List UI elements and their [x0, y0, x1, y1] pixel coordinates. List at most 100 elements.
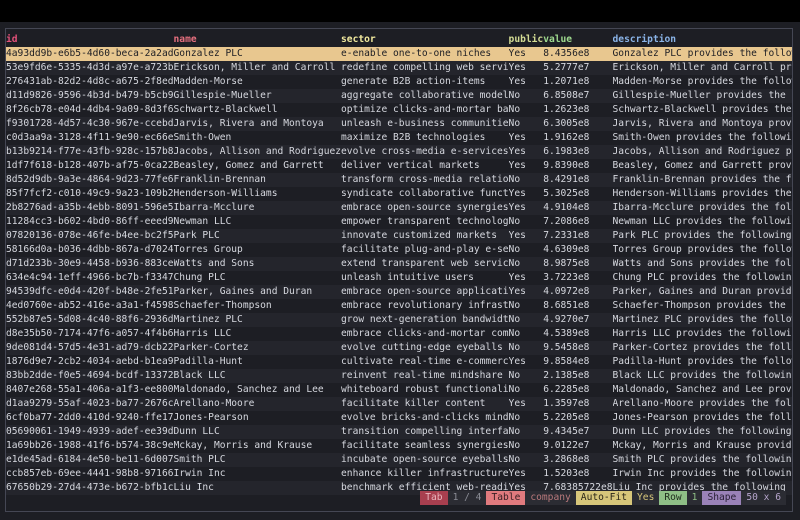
- cell-description[interactable]: Madden-Morse provides the following se: [613, 75, 792, 89]
- cell-sector[interactable]: optimize clicks-and-mortar ba: [341, 103, 509, 117]
- cell-value[interactable]: 6.3005e8: [543, 117, 613, 131]
- cell-name[interactable]: Dunn LLC: [173, 425, 342, 439]
- cell-id[interactable]: 276431ab-82d2-4d8c-a675-2f8ed: [6, 75, 174, 89]
- cell-public[interactable]: Yes: [509, 75, 544, 89]
- cell-value[interactable]: 9.4345e7: [543, 425, 613, 439]
- cell-id[interactable]: 53e9fd6e-5335-4d3d-a97e-a723b: [6, 61, 174, 75]
- cell-name[interactable]: Smith PLC: [173, 453, 342, 467]
- cell-value[interactable]: 1.2623e8: [543, 103, 612, 117]
- cell-description[interactable]: Smith-Owen provides the following serv: [613, 131, 792, 145]
- cell-description[interactable]: Martinez PLC provides the following se: [612, 313, 792, 327]
- table-row[interactable]: 1df7f618-b128-407b-af75-0ca22 Beasley, Go…: [6, 159, 792, 173]
- table-row[interactable]: 8d52d9db-9a3e-4864-9d23-77fe6 Franklin-Br…: [6, 173, 792, 187]
- cell-name[interactable]: Harris LLC: [174, 327, 342, 341]
- cell-public[interactable]: No: [509, 383, 544, 397]
- cell-id[interactable]: 1df7f618-b128-407b-af75-0ca22: [6, 159, 174, 173]
- cell-sector[interactable]: enhance killer infrastructure: [341, 467, 509, 481]
- cell-public[interactable]: No: [508, 257, 544, 271]
- cell-sector[interactable]: embrace open-source synergies: [341, 201, 509, 215]
- cell-public[interactable]: No: [508, 173, 544, 187]
- cell-sector[interactable]: facilitate seamless synergies: [341, 439, 509, 453]
- table-row[interactable]: d8e35b50-7174-47f6-a057-4f4b6 Harris LLC e…: [6, 327, 792, 341]
- cell-value[interactable]: 1.9162e8: [543, 131, 612, 145]
- cell-description[interactable]: Torres Group provides the following se: [613, 243, 792, 257]
- cell-description[interactable]: Black LLC provides the following servi: [612, 369, 792, 383]
- column-header-name[interactable]: name: [174, 33, 342, 47]
- table-row[interactable]: c0d3aa9a-3128-4f11-9e90-ec66e Smith-Owen m…: [6, 131, 792, 145]
- cell-sector[interactable]: whiteboard robust functionali: [341, 383, 509, 397]
- cell-description[interactable]: Erickson, Miller and Carroll provides: [612, 61, 792, 75]
- cell-id[interactable]: e1de45ad-6184-4e50-be11-6d007: [6, 453, 174, 467]
- column-header-value[interactable]: value: [543, 33, 612, 47]
- cell-name[interactable]: Chung PLC: [174, 271, 342, 285]
- cell-id[interactable]: d1aa9279-55af-4023-ba77-2676c: [6, 397, 174, 411]
- cell-value[interactable]: 3.7223e8: [543, 271, 612, 285]
- table-row[interactable]: 8407e268-55a1-406a-a1f3-ee800 Maldonado, …: [6, 383, 792, 397]
- cell-value[interactable]: 6.8508e7: [543, 89, 613, 103]
- cell-value[interactable]: 8.6851e8: [543, 299, 612, 313]
- cell-value[interactable]: 5.2777e7: [543, 61, 613, 75]
- cell-id[interactable]: 6cf0ba77-2dd0-410d-9240-ffe17: [6, 411, 174, 425]
- cell-description[interactable]: Maldonado, Sanchez and Lee provides th: [613, 383, 792, 397]
- cell-name[interactable]: Newman LLC: [174, 215, 342, 229]
- cell-public[interactable]: Yes: [509, 271, 544, 285]
- cell-name[interactable]: Martinez PLC: [173, 313, 342, 327]
- cell-public[interactable]: No: [508, 453, 544, 467]
- cell-public[interactable]: Yes: [509, 467, 544, 481]
- cell-public[interactable]: No: [508, 313, 544, 327]
- cell-public[interactable]: Yes: [509, 131, 544, 145]
- cell-id[interactable]: 9de081d4-57d5-4e31-ad79-dcb22: [6, 341, 174, 355]
- cell-description[interactable]: Parker, Gaines and Duran provides the: [612, 285, 792, 299]
- cell-sector[interactable]: deliver vertical markets: [341, 159, 509, 173]
- cell-description[interactable]: Park PLC provides the following servic: [612, 229, 792, 243]
- cell-sector[interactable]: transition compelling interfa: [341, 425, 509, 439]
- cell-description[interactable]: Gonzalez PLC provides the following se: [612, 47, 792, 61]
- cell-name[interactable]: Franklin-Brennan: [173, 173, 342, 187]
- cell-value[interactable]: 1.2071e8: [543, 75, 612, 89]
- cell-id[interactable]: 1a69bb26-1988-41f6-b574-38c9e: [6, 439, 174, 453]
- cell-sector[interactable]: unleash e-business communitie: [341, 117, 509, 131]
- cell-id[interactable]: 2b8276ad-a35b-4ebb-8091-596e5: [6, 201, 174, 215]
- cell-sector[interactable]: grow next-generation bandwidt: [341, 313, 509, 327]
- table-row[interactable]: f9301728-4d57-4c30-967e-ccebd Jarvis, Riv…: [6, 117, 792, 131]
- cell-sector[interactable]: maximize B2B technologies: [341, 131, 509, 145]
- cell-name[interactable]: Ibarra-Mcclure: [173, 201, 342, 215]
- cell-sector[interactable]: innovate customized markets: [341, 229, 509, 243]
- cell-sector[interactable]: e-enable one-to-one niches: [341, 47, 509, 61]
- cell-public[interactable]: Yes: [508, 145, 544, 159]
- cell-public[interactable]: No: [508, 89, 544, 103]
- cell-public[interactable]: Yes: [508, 61, 544, 75]
- table-row[interactable]: b13b9214-f77e-43fb-928c-157b8 Jacobs, All…: [6, 145, 792, 159]
- cell-name[interactable]: Parker-Cortez: [173, 341, 342, 355]
- cell-public[interactable]: No: [509, 299, 544, 313]
- cell-description[interactable]: Mckay, Morris and Krause provides the: [613, 439, 792, 453]
- cell-public[interactable]: No: [508, 117, 544, 131]
- cell-value[interactable]: 4.6309e8: [543, 243, 612, 257]
- cell-name[interactable]: Black LLC: [173, 369, 342, 383]
- table-row[interactable]: 05690061-1949-4939-adef-ee39d Dunn LLC tra…: [6, 425, 792, 439]
- cell-sector[interactable]: empower transparent technolog: [341, 215, 509, 229]
- cell-public[interactable]: Yes: [508, 201, 544, 215]
- table-row[interactable]: 83bb2dde-f0e5-4694-bcdf-13372 Black LLC re…: [6, 369, 792, 383]
- cell-public[interactable]: No: [509, 411, 544, 425]
- cell-name[interactable]: Gillespie-Mueller: [173, 89, 342, 103]
- cell-description[interactable]: Parker-Cortez provides the following s: [612, 341, 792, 355]
- cell-description[interactable]: Schaefer-Thompson provides the followi: [613, 299, 792, 313]
- cell-name[interactable]: Maldonado, Sanchez and Lee: [174, 383, 342, 397]
- cell-id[interactable]: 05690061-1949-4939-adef-ee39d: [6, 425, 174, 439]
- cell-name[interactable]: Jacobs, Allison and Rodriguez: [173, 145, 342, 159]
- column-header-description[interactable]: description: [613, 33, 792, 47]
- cell-public[interactable]: Yes: [508, 47, 544, 61]
- cell-value[interactable]: 3.2868e8: [543, 453, 613, 467]
- table-row[interactable]: d11d9826-9596-4b3d-b479-b5cb9 Gillespie-M…: [6, 89, 792, 103]
- cell-value[interactable]: 1.3597e8: [543, 397, 613, 411]
- cell-public[interactable]: Yes: [508, 229, 544, 243]
- cell-id[interactable]: 8407e268-55a1-406a-a1f3-ee800: [6, 383, 174, 397]
- cell-value[interactable]: 6.1983e8: [543, 145, 613, 159]
- cell-name[interactable]: Torres Group: [174, 243, 342, 257]
- cell-value[interactable]: 7.2331e8: [543, 229, 613, 243]
- cell-name[interactable]: Arellano-Moore: [173, 397, 342, 411]
- cell-id[interactable]: 552b87e5-5d08-4c40-88f6-2936d: [6, 313, 174, 327]
- cell-public[interactable]: Yes: [509, 187, 544, 201]
- cell-description[interactable]: Jarvis, Rivera and Montoya provides th: [612, 117, 792, 131]
